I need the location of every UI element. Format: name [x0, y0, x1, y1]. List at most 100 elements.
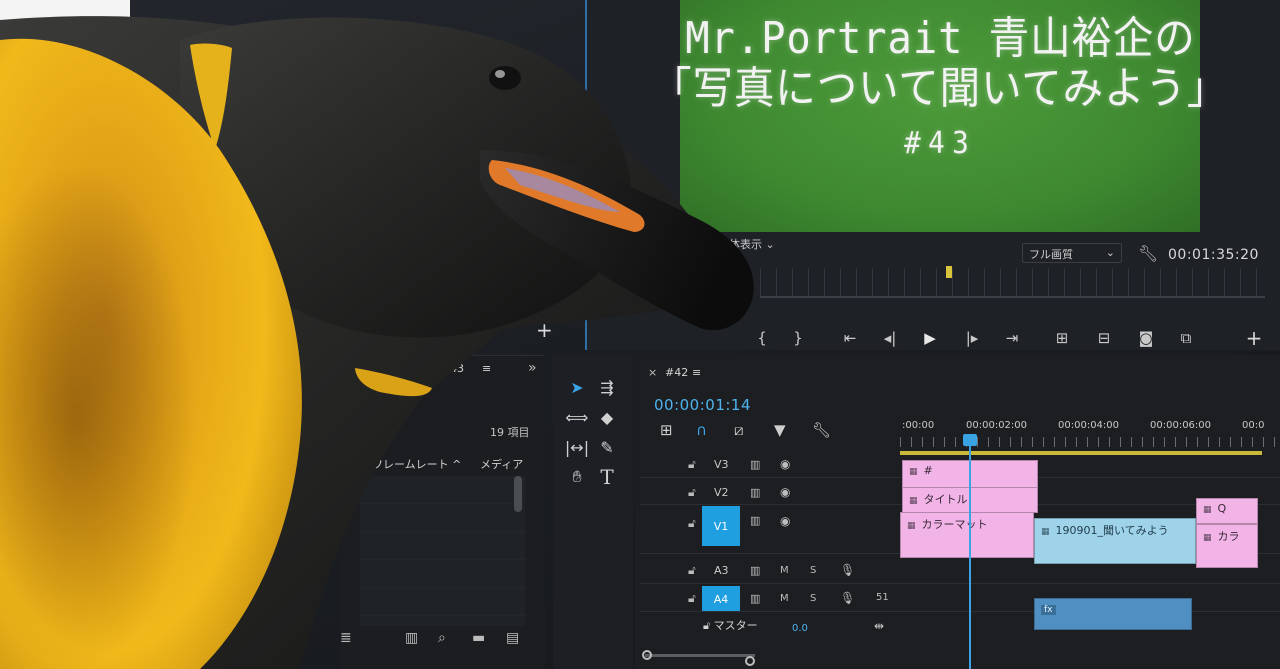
- column-header-framerate[interactable]: フレームレート ^: [372, 456, 461, 472]
- lock-icon[interactable]: 🔓︎: [703, 619, 710, 632]
- master-track-name: マスター: [713, 619, 758, 632]
- monitor-playhead[interactable]: [946, 266, 952, 278]
- fit-zoom-label: 全体表示: [718, 238, 762, 251]
- channel-count: 51: [876, 592, 889, 603]
- clip-v1-video[interactable]: ▦ 190901_聞いてみよう: [1034, 518, 1196, 564]
- scroll-knob-right[interactable]: [745, 656, 755, 666]
- magnet-icon[interactable]: ∩: [696, 421, 707, 439]
- lock-icon[interactable]: 🔓︎: [688, 516, 696, 531]
- tools-panel: ➤ ⇶ ⟺ ◆ |↔| ✎ ✋︎ T: [553, 355, 633, 669]
- ruler-label: 00:0: [1242, 420, 1265, 431]
- extract-icon[interactable]: ⊟: [1090, 324, 1118, 352]
- timeline-scrollbar[interactable]: [645, 654, 755, 657]
- play-icon[interactable]: ▶: [916, 324, 944, 352]
- editor-screen: Mr.Portrait 青山裕企の 「写真について聞いてみよう」 #43 全体表…: [0, 0, 1280, 669]
- clip-label: Q: [1217, 502, 1227, 515]
- sequence-timecode[interactable]: 00:00:01:14: [654, 396, 751, 414]
- project-item-list[interactable]: [360, 476, 525, 626]
- mic-icon[interactable]: 🎙︎: [840, 591, 855, 605]
- hand-tool-icon[interactable]: ✋︎: [563, 463, 591, 491]
- eye-icon[interactable]: ◉: [780, 485, 790, 499]
- eye-icon[interactable]: ◉: [780, 457, 790, 471]
- pen-tool-icon[interactable]: ✎: [593, 433, 621, 461]
- camera-icon[interactable]: ◙: [1132, 324, 1160, 352]
- clip-fx-icon: ▦: [1203, 505, 1212, 515]
- close-icon[interactable]: ×: [648, 366, 657, 379]
- mark-out-icon[interactable]: }: [784, 324, 812, 352]
- clip-fx-icon: ▦: [907, 521, 916, 531]
- clip-v1-right[interactable]: ▦ カラ: [1196, 524, 1258, 568]
- type-tool-icon[interactable]: T: [593, 463, 621, 491]
- project-scrollbar[interactable]: [514, 476, 522, 512]
- zoom-slider-knob-icon[interactable]: ○: [250, 630, 262, 646]
- solo-button[interactable]: S: [810, 593, 816, 604]
- automate-icon[interactable]: ▥: [405, 630, 418, 646]
- list-view-icon[interactable]: ≣: [340, 630, 352, 646]
- go-to-out-icon[interactable]: ⇥: [998, 324, 1026, 352]
- track-name[interactable]: A3: [714, 564, 729, 577]
- compare-icon[interactable]: ⧉: [1172, 324, 1200, 352]
- lock-icon[interactable]: 🔓︎: [688, 457, 696, 472]
- new-item-icon[interactable]: ▤: [506, 630, 519, 646]
- lock-icon[interactable]: 🔓︎: [688, 485, 696, 500]
- sync-lock-icon[interactable]: ▥: [750, 458, 760, 471]
- sync-lock-icon[interactable]: ▥: [750, 564, 760, 577]
- step-back-icon[interactable]: ◂|: [876, 324, 904, 352]
- razor-tool-icon[interactable]: ◆: [593, 403, 621, 431]
- fit-zoom-select[interactable]: 全体表示 ⌄: [718, 236, 818, 254]
- sync-lock-icon[interactable]: ▥: [750, 486, 760, 499]
- mute-button[interactable]: M: [780, 593, 789, 604]
- playback-quality-select[interactable]: フル画質 ⌄: [1022, 243, 1122, 263]
- linked-selection-icon[interactable]: ⧄: [734, 421, 744, 439]
- scroll-knob-left[interactable]: [642, 650, 652, 660]
- solo-button[interactable]: S: [810, 565, 816, 576]
- search-icon[interactable]: ⌕: [438, 630, 446, 646]
- insert-nest-icon[interactable]: ⊞: [660, 421, 673, 439]
- track-target-a4[interactable]: A4: [702, 586, 740, 612]
- project-bottom-bar: ○ ≣ ▥ ⌕ ▬ ▤: [220, 630, 540, 654]
- monitor-time-ruler[interactable]: [760, 268, 1265, 298]
- track-name[interactable]: V2: [714, 486, 729, 499]
- mute-button[interactable]: M: [780, 565, 789, 576]
- slip-tool-icon[interactable]: |↔|: [563, 433, 591, 461]
- panel-expand-icon[interactable]: »: [528, 360, 537, 376]
- column-header-media[interactable]: メディア: [480, 456, 523, 472]
- marker-icon[interactable]: ▼: [774, 421, 786, 439]
- sync-lock-icon[interactable]: ▥: [750, 514, 760, 527]
- step-forward-icon[interactable]: |▸: [958, 324, 986, 352]
- lift-icon[interactable]: ⊞: [1048, 324, 1076, 352]
- timeline-settings-icon[interactable]: 🔧︎: [812, 421, 831, 439]
- sequence-tab[interactable]: #42: [665, 366, 688, 379]
- clip-v2-right[interactable]: ▦ Q: [1196, 498, 1258, 524]
- clip-fx-icon: ▦: [909, 467, 918, 477]
- mic-icon[interactable]: 🎙︎: [840, 563, 855, 577]
- master-track-label: 🔓︎ マスター: [703, 617, 758, 633]
- source-add-icon[interactable]: +: [536, 318, 553, 342]
- track-select-tool-icon[interactable]: ⇶: [593, 373, 621, 401]
- monitor-duration-timecode: 00:01:35:20: [1168, 247, 1259, 263]
- track-name[interactable]: V3: [714, 458, 729, 471]
- ripple-edit-tool-icon[interactable]: ⟺: [563, 403, 591, 431]
- track-target-v1[interactable]: V1: [702, 506, 740, 546]
- sync-lock-icon[interactable]: ▥: [750, 592, 760, 605]
- wrench-icon[interactable]: 🔧︎: [1138, 244, 1158, 263]
- mark-in-icon[interactable]: {: [748, 324, 776, 352]
- selection-tool-icon[interactable]: ➤: [563, 373, 591, 401]
- lock-icon[interactable]: 🔓︎: [688, 591, 696, 606]
- timeline-playhead[interactable]: [963, 434, 977, 446]
- eye-icon[interactable]: ◉: [780, 514, 790, 528]
- project-menu-icon[interactable]: ≡: [482, 362, 491, 375]
- go-to-in-icon[interactable]: ⇤: [836, 324, 864, 352]
- go-to-end-icon[interactable]: ⇹: [874, 619, 884, 633]
- folder-icon[interactable]: ▬: [472, 630, 485, 646]
- project-tab[interactable]: 43: [450, 362, 464, 375]
- master-volume-value[interactable]: 0.0: [792, 623, 808, 634]
- clip-v1-colormatte[interactable]: ▦ カラーマット: [900, 512, 1034, 558]
- clip-a4-audio[interactable]: fx: [1034, 598, 1192, 630]
- lock-icon[interactable]: 🔓︎: [688, 563, 696, 578]
- track-divider: [640, 583, 1280, 584]
- work-area-bar[interactable]: [900, 451, 1262, 455]
- ruler-label: 00:00:06:00: [1150, 420, 1212, 431]
- sequence-menu-icon[interactable]: ≡: [692, 366, 701, 379]
- add-button-icon[interactable]: +: [1240, 324, 1268, 352]
